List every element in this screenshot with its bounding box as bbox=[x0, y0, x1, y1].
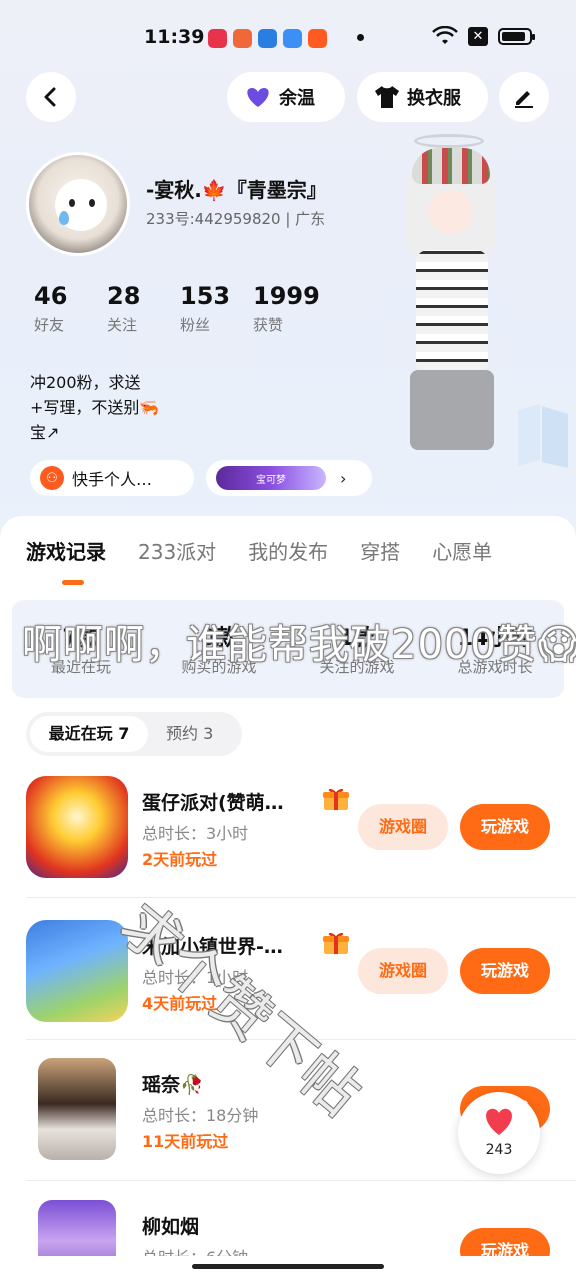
game-list-item[interactable]: 柳如烟 总时长：6分钟 玩游戏 bbox=[0, 1200, 576, 1256]
avatar-character[interactable] bbox=[392, 130, 512, 460]
game-last-played: 11天前玩过 bbox=[142, 1132, 229, 1151]
chevron-left-icon bbox=[44, 87, 56, 107]
game-title: 瑶奈🥀 bbox=[142, 1074, 204, 1096]
tab-game-records[interactable]: 游戏记录 bbox=[26, 536, 106, 565]
stat-followers[interactable]: 153 粉丝 bbox=[174, 282, 247, 335]
stat-label: 关注 bbox=[107, 316, 138, 334]
wifi-icon bbox=[432, 26, 458, 44]
avatar[interactable] bbox=[26, 152, 130, 256]
profile-tabs: 游戏记录 233派对 我的发布 穿搭 心愿单 bbox=[26, 536, 524, 565]
divider bbox=[26, 897, 576, 898]
promo-banner-link[interactable]: 宝可梦 › bbox=[206, 460, 372, 496]
change-outfit-label: 换衣服 bbox=[407, 88, 461, 109]
gift-icon[interactable] bbox=[322, 786, 350, 812]
active-tab-indicator bbox=[62, 580, 84, 585]
kuaishou-link-label: 快手个人… bbox=[72, 470, 153, 489]
game-duration: 总时长：18分钟 bbox=[142, 1106, 259, 1125]
heart-icon bbox=[486, 1108, 512, 1135]
tab-wishlist[interactable]: 心愿单 bbox=[432, 536, 492, 565]
battery-icon bbox=[498, 27, 535, 45]
subtab-recently-played[interactable]: 最近在玩 7 bbox=[30, 716, 148, 752]
tshirt-icon bbox=[375, 86, 399, 108]
like-count: 243 bbox=[485, 1142, 513, 1158]
status-time: 11:39 bbox=[144, 26, 205, 48]
game-list-item[interactable]: 蛋仔派对(赞萌… 总时长：3小时 2天前玩过 游戏圈 玩游戏 bbox=[0, 776, 576, 916]
video-app-icon bbox=[208, 29, 227, 48]
game-title: 柳如烟 bbox=[142, 1216, 200, 1238]
stat-value: 46 bbox=[34, 282, 68, 310]
heart-badge-icon bbox=[247, 88, 269, 107]
more-notifications-dot bbox=[357, 34, 364, 41]
tab-233-party[interactable]: 233派对 bbox=[138, 536, 216, 565]
kuaishou-app-icon bbox=[308, 29, 327, 48]
status-bar: 11:39 ✕ bbox=[0, 22, 576, 56]
game-circle-button[interactable]: 游戏圈 bbox=[358, 948, 448, 994]
game-title: 蛋仔派对(赞萌… bbox=[142, 792, 284, 814]
divider bbox=[26, 1180, 576, 1181]
search-app-icon bbox=[283, 29, 302, 48]
stat-label: 好友 bbox=[34, 316, 65, 334]
play-game-button[interactable]: 玩游戏 bbox=[460, 948, 550, 994]
balance-button[interactable]: 余温 bbox=[227, 72, 345, 122]
game-duration: 总时长：6分钟 bbox=[142, 1244, 248, 1256]
home-indicator[interactable] bbox=[192, 1264, 384, 1269]
chevron-right-icon: › bbox=[340, 468, 347, 488]
avatar-eye bbox=[89, 199, 95, 207]
halo-icon bbox=[414, 134, 484, 148]
stat-value: 1999 bbox=[253, 282, 320, 310]
status-notification-icons bbox=[208, 29, 327, 48]
profile-stats: 46 好友 28 关注 153 粉丝 1999 获赞 bbox=[28, 282, 320, 335]
overlay-caption: 啊啊啊，谁能帮我破2000赞😱 bbox=[22, 622, 576, 668]
user-id-location[interactable]: 233号:442959820 | 广东 bbox=[146, 208, 325, 229]
edit-profile-button[interactable] bbox=[499, 72, 549, 122]
stat-value: 153 bbox=[180, 282, 231, 310]
character-face bbox=[428, 190, 472, 234]
gift-icon[interactable] bbox=[322, 930, 350, 956]
character-shorts bbox=[410, 370, 494, 450]
game-app-icon bbox=[233, 29, 252, 48]
play-game-button[interactable]: 玩游戏 bbox=[460, 1228, 550, 1256]
promo-banner-image: 宝可梦 bbox=[216, 466, 326, 490]
game-duration: 总时长：3小时 bbox=[142, 824, 249, 843]
game-icon-yaonai bbox=[38, 1058, 116, 1160]
pencil-icon bbox=[515, 91, 533, 108]
platform-logo-decoration bbox=[518, 404, 568, 468]
feather-app-icon bbox=[258, 29, 277, 48]
kuaishou-profile-link[interactable]: ⚇ 快手个人… bbox=[30, 460, 194, 496]
game-icon-liu-ruyan bbox=[38, 1200, 116, 1256]
username: -宴秋.🍁『青墨宗』 bbox=[146, 178, 327, 202]
character-headscarf bbox=[412, 148, 490, 184]
back-button[interactable] bbox=[26, 72, 76, 122]
stat-label: 获赞 bbox=[253, 316, 284, 334]
change-outfit-button[interactable]: 换衣服 bbox=[357, 72, 488, 122]
stat-friends[interactable]: 46 好友 bbox=[28, 282, 101, 335]
profile-bio: 冲200粉，求送 +写理，不送别🦐 宝↗ bbox=[30, 373, 160, 442]
sim-disabled-icon: ✕ bbox=[468, 26, 488, 46]
tab-outfits[interactable]: 穿搭 bbox=[360, 536, 400, 565]
status-system-icons: ✕ bbox=[432, 26, 535, 46]
kuaishou-icon: ⚇ bbox=[40, 466, 64, 490]
game-circle-button[interactable]: 游戏圈 bbox=[358, 804, 448, 850]
stat-following[interactable]: 28 关注 bbox=[101, 282, 174, 335]
tab-my-posts[interactable]: 我的发布 bbox=[248, 536, 328, 565]
like-button[interactable]: 243 bbox=[458, 1092, 540, 1174]
avatar-tear-drop bbox=[59, 211, 69, 225]
game-subtabs: 最近在玩 7 预约 3 bbox=[26, 712, 242, 756]
avatar-eye bbox=[69, 199, 75, 207]
stat-value: 28 bbox=[107, 282, 141, 310]
character-dress bbox=[416, 250, 488, 370]
subtab-reservations[interactable]: 预约 3 bbox=[166, 716, 213, 752]
balance-label: 余温 bbox=[279, 88, 315, 109]
play-game-button[interactable]: 玩游戏 bbox=[460, 804, 550, 850]
game-icon-eggy-party bbox=[26, 776, 128, 878]
game-last-played: 2天前玩过 bbox=[142, 850, 218, 869]
stat-label: 粉丝 bbox=[180, 316, 211, 334]
stat-likes[interactable]: 1999 获赞 bbox=[247, 282, 320, 335]
